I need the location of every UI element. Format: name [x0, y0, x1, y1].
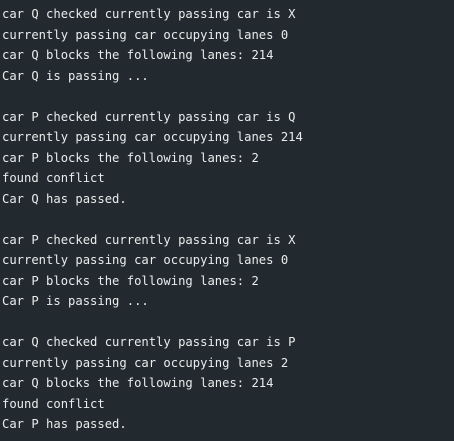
output-line: currently passing car occupying lanes 21…: [2, 130, 303, 144]
output-line: car Q blocks the following lanes: 214: [2, 376, 274, 390]
output-line: Car Q has passed.: [2, 191, 127, 206]
output-line: car Q checked currently passing car is P: [2, 335, 296, 349]
output-line: car Q checked currently passing car is X: [2, 7, 296, 21]
output-line: car P checked currently passing car is X: [2, 232, 296, 247]
output-line: currently passing car occupying lanes 0: [2, 253, 289, 267]
output-line: Car P has passed.: [2, 417, 127, 431]
output-line: car P blocks the following lanes: 2: [2, 273, 259, 288]
output-line: Car Q is passing ...: [2, 68, 149, 83]
output-line: car Q blocks the following lanes: 214: [2, 48, 274, 62]
output-line: car P blocks the following lanes: 2: [2, 150, 259, 165]
output-line: car P checked currently passing car is Q: [2, 109, 296, 124]
output-line: found conflict: [2, 396, 105, 411]
output-line: currently passing car occupying lanes 0: [2, 27, 289, 42]
output-line: found conflict: [2, 171, 105, 185]
output-line: currently passing car occupying lanes 2: [2, 355, 289, 370]
terminal-output: car Q checked currently passing car is X…: [0, 0, 454, 441]
output-line: Car P is passing ...: [2, 294, 149, 308]
